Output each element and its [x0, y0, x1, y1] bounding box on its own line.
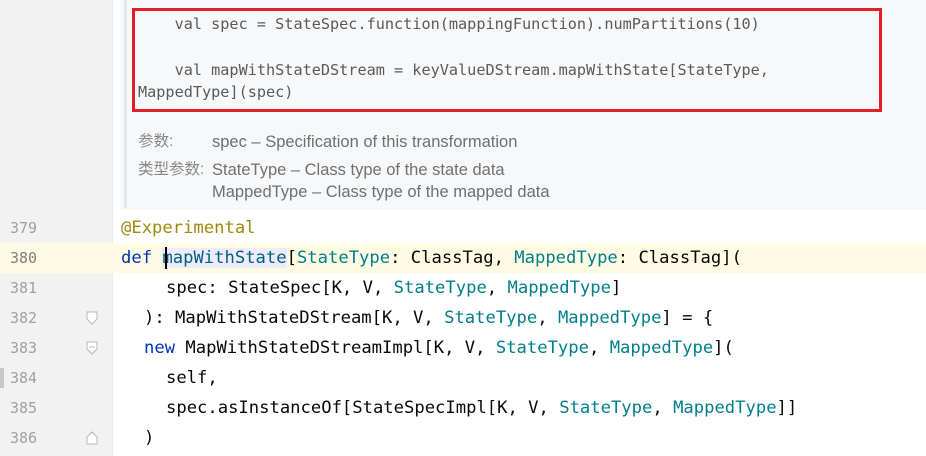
line-number: 380	[10, 249, 38, 267]
type-param-token: StateType	[559, 398, 653, 418]
line-number: 383	[10, 339, 38, 357]
code-line-386[interactable]: 386 )	[0, 423, 926, 453]
doc-code-line: val spec = StateSpec.function(mappingFun…	[138, 15, 760, 33]
code-token: ](	[713, 338, 734, 358]
type-param-token: StateType	[495, 338, 589, 358]
doc-code-line: val mapWithStateDStream = keyValueDStrea…	[138, 61, 769, 79]
punct-token: : ClassTag](	[617, 248, 742, 268]
code-token: )	[144, 428, 155, 448]
code-token: ]]	[776, 398, 798, 418]
type-param-token: StateType	[444, 308, 538, 328]
code-tokens: spec: StateSpec[K, V, StateType, MappedT…	[166, 278, 621, 298]
keyword-token: def	[121, 248, 163, 268]
type-param-token: MappedType	[609, 338, 714, 358]
code-token: ,	[537, 308, 558, 328]
params-label: 参数:	[138, 133, 174, 150]
code-line-381[interactable]: 381 spec: StateSpec[K, V, StateType, Map…	[0, 273, 926, 303]
code-token: ,	[486, 278, 508, 298]
code-token: spec.asInstanceOf[StateSpecImpl[K, V,	[166, 398, 560, 418]
code-line-379[interactable]: 379 @Experimental	[0, 213, 926, 243]
params-text: spec – Specification of this transformat…	[212, 133, 518, 151]
fold-end-icon[interactable]	[86, 431, 98, 445]
code-line-383[interactable]: 383 new MapWithStateDStreamImpl[K, V, St…	[0, 333, 926, 363]
type-param-token: MappedType	[557, 308, 662, 328]
code-token: MapWithStateDStreamImpl[K, V,	[185, 338, 496, 358]
code-token: ): MapWithStateDStream[K, V,	[144, 308, 445, 328]
type-param-token: MappedType	[507, 278, 611, 298]
line-number: 382	[10, 309, 38, 327]
punct-token: [	[286, 248, 297, 268]
text-caret	[165, 247, 167, 269]
type-params-text: StateType – Class type of the state data	[212, 161, 505, 179]
line-number: 385	[10, 399, 38, 417]
keyword-token: new	[144, 338, 186, 358]
code-tokens: spec.asInstanceOf[StateSpecImpl[K, V, St…	[166, 398, 797, 418]
line-number: 386	[10, 429, 38, 447]
code-tokens: def mapWithState[StateType: ClassTag, Ma…	[121, 248, 742, 268]
line-number: 384	[10, 369, 38, 387]
punct-token: : ClassTag,	[390, 248, 515, 268]
code-token: ]	[610, 278, 622, 298]
code-tokens: new MapWithStateDStreamImpl[K, V, StateT…	[144, 338, 734, 358]
code-line-384[interactable]: 384 self,	[0, 363, 926, 393]
code-line-380[interactable]: 380 def mapWithState[StateType: ClassTag…	[0, 243, 926, 273]
code-token: ,	[652, 398, 674, 418]
code-tokens: ): MapWithStateDStream[K, V, StateType, …	[144, 308, 713, 328]
code-line-385[interactable]: 385 spec.asInstanceOf[StateSpecImpl[K, V…	[0, 393, 926, 423]
type-param-token: MappedType	[514, 248, 618, 268]
fold-start-icon[interactable]	[86, 341, 98, 355]
line-number: 379	[10, 219, 38, 237]
code-line-382[interactable]: 382 ): MapWithStateDStream[K, V, StateTy…	[0, 303, 926, 333]
doc-code-line: MappedType](spec)	[138, 83, 294, 101]
code-token: ] = {	[661, 308, 714, 328]
type-param-token: StateType	[393, 278, 487, 298]
doc-left-bar	[124, 0, 127, 208]
code-token: spec: StateSpec[K, V,	[166, 278, 394, 298]
type-params-label: 类型参数:	[138, 161, 205, 178]
type-param-token: MappedType	[673, 398, 777, 418]
code-token: self,	[166, 368, 218, 388]
annotation-token: @Experimental	[121, 218, 256, 238]
type-params-text: MappedType – Class type of the mapped da…	[212, 183, 550, 201]
function-name-token: mapWithState	[162, 248, 287, 268]
type-param-token: StateType	[296, 248, 391, 268]
code-token: ,	[588, 338, 610, 358]
line-number: 381	[10, 279, 38, 297]
fold-end-icon[interactable]	[86, 311, 98, 325]
